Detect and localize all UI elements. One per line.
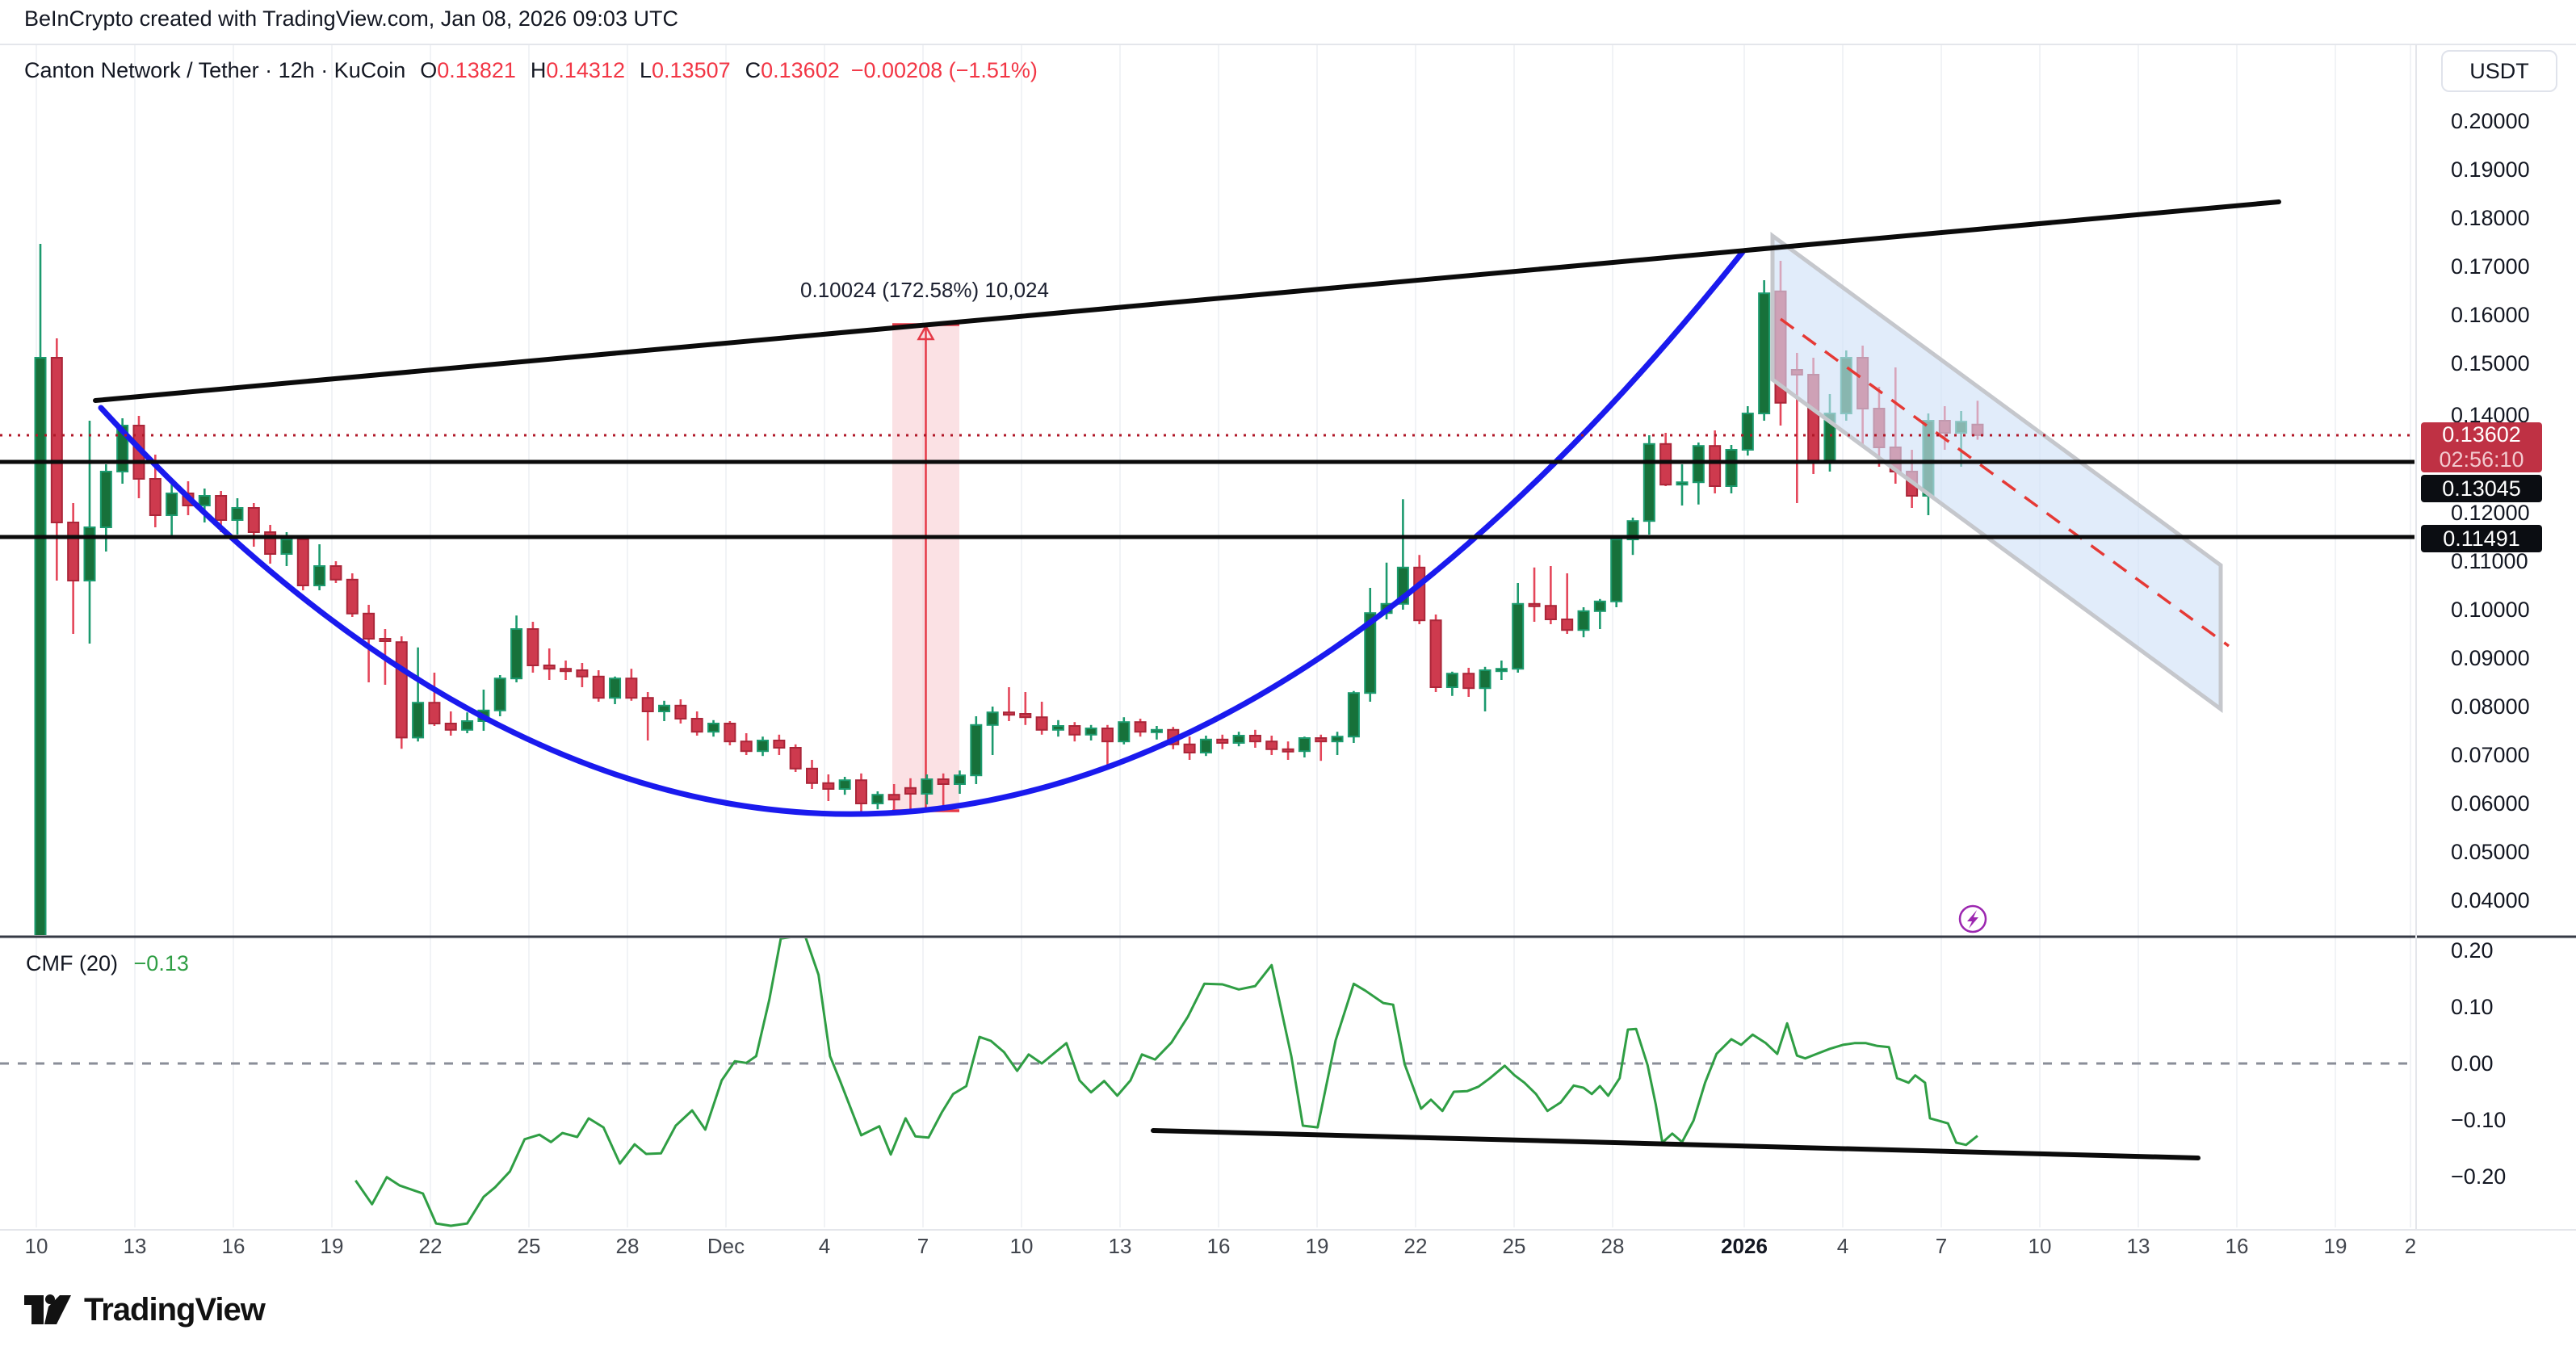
indicator-legend: CMF (20) −0.13	[26, 951, 189, 976]
symbol-legend: Canton Network / Tether · 12h · KuCoin O…	[24, 58, 1038, 83]
time-tick: 22	[1383, 1234, 1448, 1259]
time-tick: 19	[1285, 1234, 1349, 1259]
price-tick: 0.08000	[2451, 695, 2572, 718]
high-label: H	[531, 58, 547, 83]
close-value: 0.13602	[761, 58, 840, 83]
chart-canvas[interactable]	[0, 0, 2576, 1355]
time-tick: 7	[891, 1234, 955, 1259]
low-value: 0.13507	[652, 58, 731, 83]
bar-countdown: 02:56:10	[2421, 447, 2542, 472]
price-tick: 0.05000	[2451, 841, 2572, 863]
measure-label: 0.10024 (172.58%) 10,024	[763, 278, 1086, 303]
high-value: 0.14312	[546, 58, 625, 83]
time-tick: 4	[1810, 1234, 1875, 1259]
indicator-params: (20)	[79, 951, 118, 975]
cmf-trendline[interactable]	[1153, 1131, 2198, 1158]
price-tick: 0.06000	[2451, 792, 2572, 815]
chart-top-border	[0, 44, 2576, 45]
lightning-icon[interactable]	[1960, 906, 1986, 932]
price-tick: 0.12000	[2451, 501, 2572, 524]
time-tick: 16	[201, 1234, 266, 1259]
price-tick: 0.04000	[2451, 889, 2572, 912]
time-tick: 16	[2205, 1234, 2269, 1259]
low-label: L	[640, 58, 652, 83]
level-price-label: 0.13045	[2421, 475, 2542, 502]
open-value: 0.13821	[437, 58, 516, 83]
time-tick: 10	[989, 1234, 1054, 1259]
time-tick: 28	[595, 1234, 660, 1259]
current-price-label: 0.1360202:56:10	[2421, 422, 2542, 472]
cmf-tick: 0.20	[2451, 939, 2572, 962]
time-tick: 25	[1482, 1234, 1546, 1259]
time-tick: 2026	[1712, 1234, 1777, 1259]
time-tick: 7	[1909, 1234, 1974, 1259]
indicator-value: −0.13	[134, 951, 189, 975]
time-tick: Dec	[694, 1234, 758, 1259]
time-tick: 19	[2303, 1234, 2368, 1259]
time-tick: 25	[497, 1234, 561, 1259]
change-value: −0.00208 (−1.51%)	[851, 58, 1038, 83]
cmf-line	[355, 937, 1978, 1226]
cmf-tick: 0.00	[2451, 1052, 2572, 1075]
time-tick: 10	[4, 1234, 69, 1259]
cmf-tick: −0.20	[2451, 1165, 2572, 1188]
price-tick: 0.15000	[2451, 352, 2572, 375]
price-tick: 0.17000	[2451, 255, 2572, 278]
currency-button[interactable]: USDT	[2441, 50, 2557, 92]
price-tick: 0.20000	[2451, 110, 2572, 132]
time-tick: 10	[2008, 1234, 2072, 1259]
time-tick: 4	[792, 1234, 857, 1259]
cmf-tick: −0.10	[2451, 1109, 2572, 1131]
open-label: O	[420, 58, 437, 83]
tradingview-logo: TradingView	[23, 1287, 265, 1332]
symbol-title: Canton Network / Tether · 12h · KuCoin	[24, 58, 405, 83]
watermark-text: BeInCrypto created with TradingView.com,…	[24, 6, 678, 31]
tradingview-logo-text: TradingView	[84, 1292, 265, 1328]
price-tick: 0.10000	[2451, 598, 2572, 621]
descending-channel[interactable]	[1773, 236, 2229, 709]
price-tick: 0.07000	[2451, 744, 2572, 766]
close-label: C	[745, 58, 761, 83]
time-tick: 28	[1580, 1234, 1645, 1259]
tradingview-chart-export: BeInCrypto created with TradingView.com,…	[0, 0, 2576, 1355]
time-tick: 16	[1186, 1234, 1251, 1259]
level-price-label: 0.11491	[2421, 525, 2542, 552]
cmf-tick: 0.10	[2451, 996, 2572, 1018]
time-tick: 13	[103, 1234, 167, 1259]
price-tick: 0.09000	[2451, 647, 2572, 669]
time-tick: 19	[300, 1234, 364, 1259]
price-tick: 0.18000	[2451, 207, 2572, 229]
time-tick: 22	[398, 1234, 463, 1259]
time-tick: 13	[1088, 1234, 1152, 1259]
price-axis-border	[2415, 44, 2417, 1229]
time-axis-border	[0, 1229, 2576, 1231]
price-tick: 0.16000	[2451, 304, 2572, 326]
price-tick: 0.19000	[2451, 158, 2572, 181]
tradingview-logo-icon	[23, 1287, 73, 1332]
time-tick: 2	[2378, 1234, 2443, 1259]
candles-series[interactable]	[36, 244, 1983, 951]
time-tick: 13	[2106, 1234, 2171, 1259]
measured-move-tool[interactable]	[892, 325, 959, 811]
price-tick: 0.11000	[2451, 550, 2572, 573]
indicator-name: CMF	[26, 951, 73, 975]
